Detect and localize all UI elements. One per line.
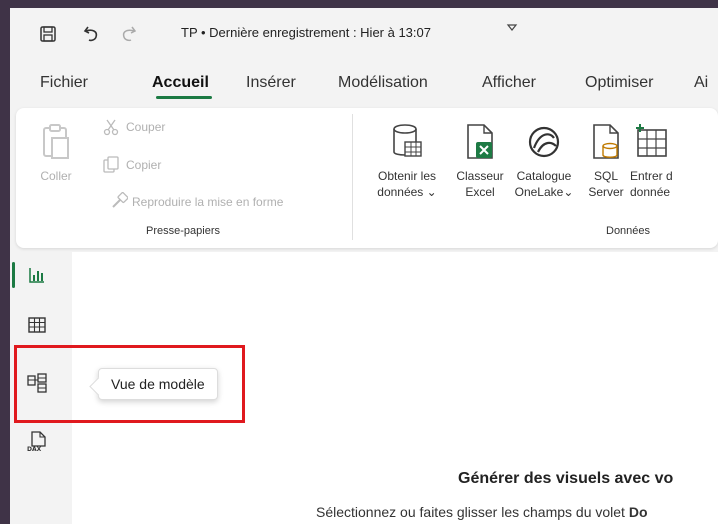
database-icon	[389, 122, 425, 162]
enter-data-button[interactable]: Entrer d donnée	[630, 122, 692, 200]
format-painter-button: Reproduire la mise en forme	[132, 195, 284, 209]
document-title: TP • Dernière enregistrement : Hier à 13…	[181, 25, 431, 40]
menu-fichier[interactable]: Fichier	[40, 74, 88, 92]
enter-data-table-icon	[634, 122, 670, 162]
onelake-label-line1: Catalogue	[516, 169, 572, 183]
format-painter-icon	[110, 191, 129, 215]
canvas-subtitle-text: Sélectionnez ou faites glisser les champ…	[316, 504, 629, 520]
menu-ai[interactable]: Ai	[694, 74, 708, 92]
app-window: TP • Dernière enregistrement : Hier à 13…	[10, 8, 718, 524]
menu-bar: Fichier Accueil Insérer Modélisation Aff…	[10, 60, 718, 102]
menu-optimiser[interactable]: Optimiser	[585, 74, 653, 92]
get-data-label-line2: données	[377, 185, 424, 199]
data-group-label: Données	[606, 225, 651, 237]
clipboard-group-label: Presse-papiers	[146, 225, 220, 237]
canvas-empty-title: Générer des visuels avec vo	[458, 470, 674, 487]
active-view-indicator	[12, 262, 15, 288]
canvas-subtitle-bold: Do	[628, 504, 648, 520]
menu-modelisation[interactable]: Modélisation	[338, 74, 428, 92]
dax-query-view-icon[interactable]: DAX	[22, 426, 52, 456]
redo-icon	[118, 24, 138, 44]
enter-data-label-line2: donnée	[630, 185, 671, 199]
menu-inserer[interactable]: Insérer	[246, 74, 296, 92]
copy-button: Copier	[126, 158, 162, 172]
onelake-label-line2: OneLake	[514, 185, 564, 199]
sql-server-icon	[588, 122, 624, 162]
undo-icon[interactable]	[82, 24, 102, 44]
scissors-icon	[102, 118, 120, 141]
sql-label-line2: Server	[588, 185, 624, 199]
svg-text:DAX: DAX	[27, 446, 42, 452]
menu-afficher[interactable]: Afficher	[482, 74, 536, 92]
excel-label-line2: Excel	[465, 185, 495, 199]
excel-file-icon	[462, 122, 498, 162]
chevron-down-icon: ⌄	[426, 185, 437, 199]
chevron-down-icon: ⌄	[563, 185, 574, 199]
get-data-label-line1: Obtenir les	[377, 169, 437, 183]
save-icon[interactable]	[38, 24, 58, 44]
enter-data-label-line1: Entrer d	[630, 169, 673, 183]
menu-accueil[interactable]: Accueil	[152, 74, 209, 92]
copy-icon	[102, 156, 120, 179]
sql-server-button[interactable]: SQL Server	[582, 122, 630, 200]
sql-label-line1: SQL	[593, 169, 618, 183]
report-view-icon[interactable]	[22, 260, 52, 290]
table-view-icon[interactable]	[22, 310, 52, 340]
cut-button: Couper	[126, 120, 166, 134]
ribbon: Coller Couper Copier Reproduire la mise …	[16, 108, 718, 248]
excel-workbook-button[interactable]: Classeur Excel	[452, 122, 508, 200]
paste-icon	[38, 122, 74, 162]
onelake-icon	[526, 122, 562, 162]
ribbon-separator	[352, 114, 353, 240]
title-bar: TP • Dernière enregistrement : Hier à 13…	[10, 8, 718, 56]
get-data-button[interactable]: Obtenir les données ⌄	[366, 122, 448, 200]
onelake-catalog-button[interactable]: Catalogue OneLake⌄	[510, 122, 578, 200]
chevron-down-icon[interactable]	[506, 22, 518, 37]
paste-label: Coller	[40, 169, 72, 183]
canvas-empty-subtitle: Sélectionnez ou faites glisser les champ…	[316, 504, 648, 520]
excel-label-line1: Classeur	[456, 169, 504, 183]
highlight-box	[14, 345, 245, 423]
active-tab-underline	[156, 96, 212, 99]
paste-button: Coller	[32, 122, 80, 184]
